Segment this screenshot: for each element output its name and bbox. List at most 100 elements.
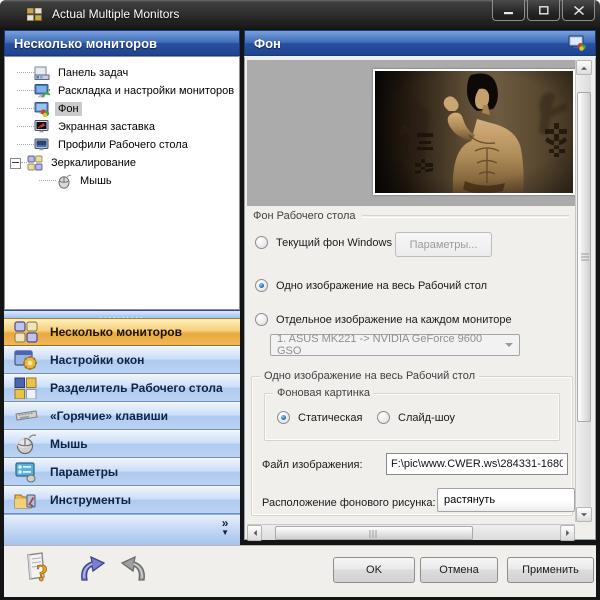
footer-bar: ? OK Отмена Применить — [4, 545, 596, 597]
undo-icon[interactable] — [78, 556, 112, 584]
option-current-windows-background[interactable]: Текущий фон Windows — [255, 236, 392, 249]
image-file-input[interactable] — [386, 453, 568, 475]
sidebar-header-title: Несколько мониторов — [14, 36, 157, 51]
tree-item-screensaver[interactable]: Экранная заставка — [5, 118, 239, 136]
accordion-footer: » ▼ — [4, 514, 240, 545]
help-icon[interactable]: ? — [22, 551, 56, 587]
category-hotkeys[interactable]: «Горячие» клавиши — [4, 402, 240, 430]
close-button[interactable] — [562, 0, 595, 21]
monitor-select[interactable]: 1. ASUS MK221 -> NVIDIA GeForce 9600 GSO — [270, 334, 520, 356]
file-label: Файл изображения: — [262, 459, 363, 471]
category-label: Несколько мониторов — [50, 325, 182, 339]
content-header: Фон — [244, 30, 596, 56]
scroll-up-button[interactable] — [576, 60, 592, 75]
radio-single-image[interactable] — [255, 279, 268, 292]
category-window-settings[interactable]: Настройки окон — [4, 346, 240, 374]
wallpaper-position-select[interactable]: растянуть — [437, 488, 575, 512]
scroll-down-button[interactable] — [576, 507, 592, 522]
mirroring-icon — [27, 155, 43, 171]
scroll-right-button[interactable] — [560, 525, 575, 541]
tree-item-taskbar[interactable]: Панель задач — [5, 64, 239, 82]
mouse-icon — [14, 433, 38, 455]
category-multi-monitors[interactable]: Несколько мониторов — [4, 318, 240, 346]
arrow-left-icon — [250, 530, 256, 536]
multi-monitors-icon — [14, 321, 38, 343]
category-options[interactable]: Параметры — [4, 458, 240, 486]
settings-tree: Панель задач Раскладка и настройки монит… — [4, 56, 240, 310]
sidebar-header: Несколько мониторов — [4, 30, 240, 56]
apply-button-label: Применить — [522, 564, 579, 576]
svg-text:?: ? — [36, 561, 48, 587]
redo-icon[interactable] — [114, 556, 148, 584]
sidebar: Несколько мониторов Панель задач — [4, 30, 240, 545]
ok-button-label: OK — [366, 564, 382, 576]
tree-connector — [17, 72, 34, 74]
more-categories-button[interactable]: » ▼ — [221, 518, 229, 538]
hotkeys-icon — [14, 405, 38, 427]
option-slideshow[interactable]: Слайд-шоу — [377, 411, 455, 424]
options-icon — [14, 461, 38, 483]
chevron-down-icon — [505, 343, 513, 351]
close-icon — [574, 6, 584, 15]
monitor-layout-icon — [34, 83, 50, 99]
parameters-button-label: Параметры... — [410, 239, 478, 251]
arrow-right-icon — [566, 530, 572, 536]
screensaver-icon — [34, 119, 50, 135]
content-panel: Фон — [244, 30, 596, 540]
category-mouse[interactable]: Мышь — [4, 430, 240, 458]
tree-item-mouse[interactable]: Мышь — [5, 172, 239, 190]
option-separate-image[interactable]: Отдельное изображение на каждом мониторе — [255, 313, 512, 326]
radio-current-background[interactable] — [255, 236, 268, 249]
tree-item-background[interactable]: Фон — [5, 100, 239, 118]
tree-connector — [17, 108, 34, 110]
vertical-scrollbar[interactable] — [575, 60, 591, 522]
category-label: Инструменты — [50, 493, 131, 507]
radio-separate-image[interactable] — [255, 313, 268, 326]
tools-icon — [14, 489, 38, 511]
group-title: Фон Рабочего стола — [253, 210, 356, 222]
category-label: «Горячие» клавиши — [50, 409, 168, 423]
tree-item-label: Мышь — [77, 174, 115, 188]
option-static[interactable]: Статическая — [277, 411, 362, 424]
group-title: Фоновая картинка — [273, 387, 374, 399]
background-settings-page: Фон Рабочего стола Текущий фон Windows П… — [244, 56, 596, 540]
minimize-button[interactable] — [492, 0, 525, 21]
tree-item-mirroring[interactable]: Зеркалирование — [5, 154, 239, 172]
tree-item-monitor-layout[interactable]: Раскладка и настройки мониторов — [5, 82, 239, 100]
window-title: Actual Multiple Monitors — [52, 7, 179, 21]
cancel-button[interactable]: Отмена — [420, 557, 498, 583]
tree-splitter-handle[interactable]: .......... — [4, 310, 240, 318]
parameters-button[interactable]: Параметры... — [395, 232, 492, 257]
tree-item-desktop-profiles[interactable]: Профили Рабочего стола — [5, 136, 239, 154]
wallpaper-image — [373, 69, 575, 195]
radio-label: Одно изображение на весь Рабочий стол — [276, 280, 487, 292]
category-label: Мышь — [50, 437, 88, 451]
horizontal-scrollbar-thumb[interactable] — [275, 526, 473, 540]
category-tools[interactable]: Инструменты — [4, 486, 240, 514]
app-window: Actual Multiple Monitors Несколько монит… — [0, 0, 600, 600]
app-icon — [27, 8, 42, 21]
category-label: Настройки окон — [50, 353, 144, 367]
radio-label: Текущий фон Windows — [276, 237, 392, 249]
vertical-scrollbar-thumb[interactable] — [577, 92, 591, 422]
position-label: Расположение фонового рисунка: — [262, 497, 436, 509]
cancel-button-label: Отмена — [439, 564, 478, 576]
category-desktop-divider[interactable]: Разделитель Рабочего стола — [4, 374, 240, 402]
scroll-left-button[interactable] — [247, 525, 262, 541]
ok-button[interactable]: OK — [333, 557, 415, 583]
picture-type-group: Фоновая картинка Статическая Слайд-шоу — [264, 393, 560, 441]
horizontal-scrollbar[interactable] — [247, 524, 575, 540]
option-single-image[interactable]: Одно изображение на весь Рабочий стол — [255, 279, 487, 292]
taskbar-icon — [34, 65, 50, 81]
title-bar[interactable]: Actual Multiple Monitors — [0, 0, 600, 28]
radio-slideshow[interactable] — [377, 411, 390, 424]
tree-connector — [17, 126, 34, 128]
tree-expander-minus[interactable] — [10, 158, 21, 169]
radio-label: Отдельное изображение на каждом мониторе — [276, 314, 512, 326]
radio-static[interactable] — [277, 411, 290, 424]
tree-connector — [17, 144, 34, 146]
maximize-button[interactable] — [527, 0, 560, 21]
apply-button[interactable]: Применить — [507, 557, 594, 583]
tree-item-label: Зеркалирование — [48, 156, 139, 170]
tree-connector — [39, 180, 56, 182]
